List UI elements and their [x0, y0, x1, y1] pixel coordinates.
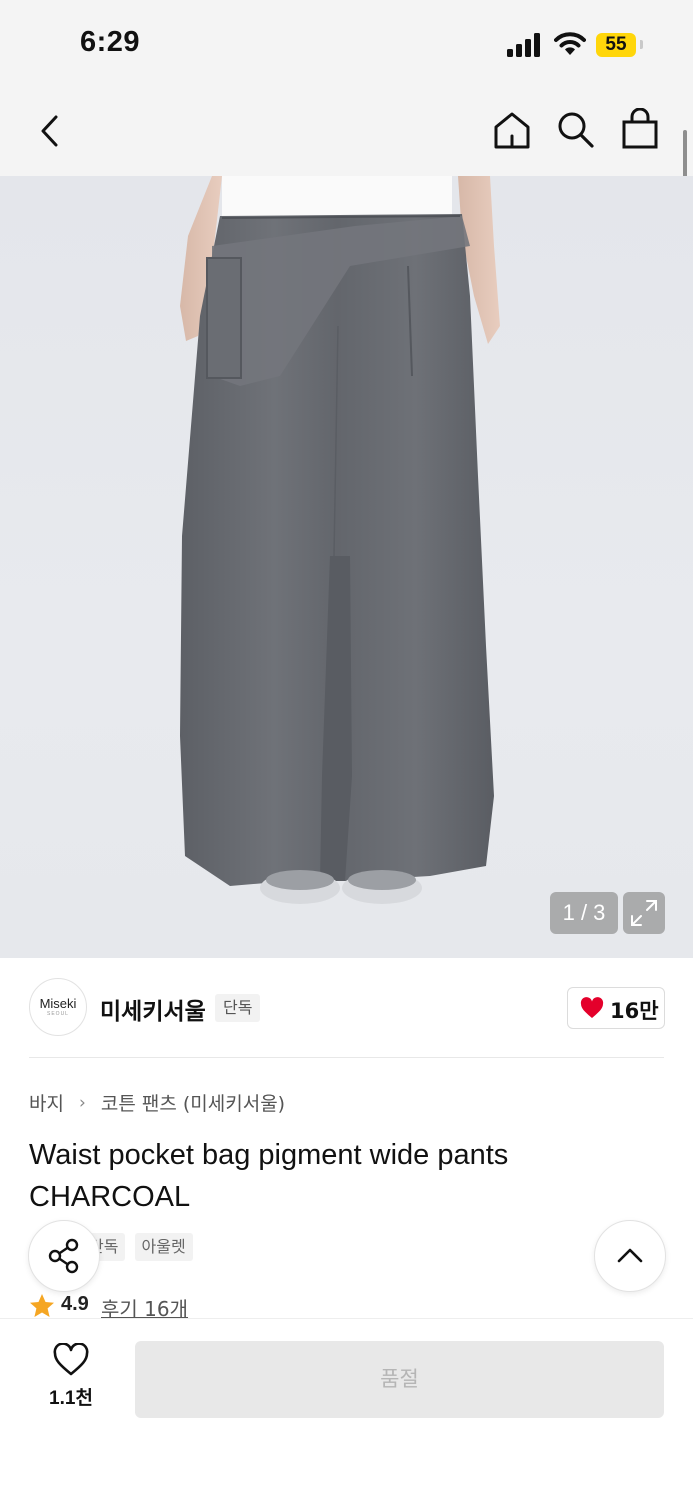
- chevron-up-icon: [617, 1248, 643, 1263]
- share-icon: [48, 1238, 79, 1274]
- bottom-action-bar: 1.1천 품절: [0, 1318, 693, 1501]
- share-button[interactable]: [28, 1220, 100, 1292]
- wifi-icon: [554, 32, 586, 55]
- battery-indicator: 55: [596, 33, 636, 57]
- brand-name[interactable]: 미세키서울: [100, 992, 206, 1026]
- top-navigation-bar: [0, 92, 693, 176]
- brand-logo[interactable]: Miseki SEOUL: [29, 978, 87, 1036]
- sold-out-button[interactable]: 품절: [135, 1341, 664, 1418]
- divider: [29, 1057, 664, 1058]
- breadcrumb-subcategory[interactable]: 코튼 팬츠 (미세키서울): [101, 1093, 285, 1115]
- chevron-right-icon: ›: [79, 1092, 86, 1113]
- status-time: 6:29: [80, 26, 141, 58]
- brand-row: Miseki SEOUL 미세키서울 단독 16만: [0, 978, 693, 1038]
- brand-logo-subtext: SEOUL: [47, 1011, 69, 1017]
- product-image[interactable]: [0, 176, 693, 958]
- wishlist-count: 1.1천: [49, 1388, 93, 1409]
- heart-outline-icon: [53, 1342, 89, 1376]
- exclusive-badge: 단독: [215, 994, 261, 1022]
- brand-like-button[interactable]: 16만: [567, 987, 665, 1029]
- brand-like-count: 16만: [610, 999, 659, 1023]
- breadcrumb-category[interactable]: 바지: [29, 1093, 64, 1115]
- status-bar: 6:29 55: [0, 0, 693, 92]
- heart-filled-icon: [580, 997, 604, 1018]
- tag-outlet: 아울렛: [134, 1233, 193, 1261]
- battery-cap: [640, 40, 643, 49]
- expand-icon: [631, 900, 657, 926]
- chevron-left-icon[interactable]: [38, 114, 62, 148]
- image-counter: 1 / 3: [550, 892, 618, 934]
- expand-button[interactable]: [623, 892, 665, 934]
- home-icon[interactable]: [492, 110, 532, 150]
- breadcrumb: 바지 › 코튼 팬츠 (미세키서울): [29, 1089, 285, 1116]
- scroll-to-top-button[interactable]: [594, 1220, 666, 1292]
- brand-logo-text: Miseki: [39, 996, 77, 1011]
- pants-illustration: [180, 176, 500, 904]
- star-icon: [30, 1294, 54, 1317]
- rating-value: 4.9: [61, 1293, 89, 1315]
- shopping-bag-icon[interactable]: [621, 108, 659, 150]
- cellular-signal-icon: [507, 33, 540, 57]
- product-title: Waist pocket bag pigment wide pants CHAR…: [29, 1139, 509, 1213]
- search-icon[interactable]: [556, 110, 596, 150]
- wishlist-button[interactable]: 1.1천: [40, 1342, 102, 1410]
